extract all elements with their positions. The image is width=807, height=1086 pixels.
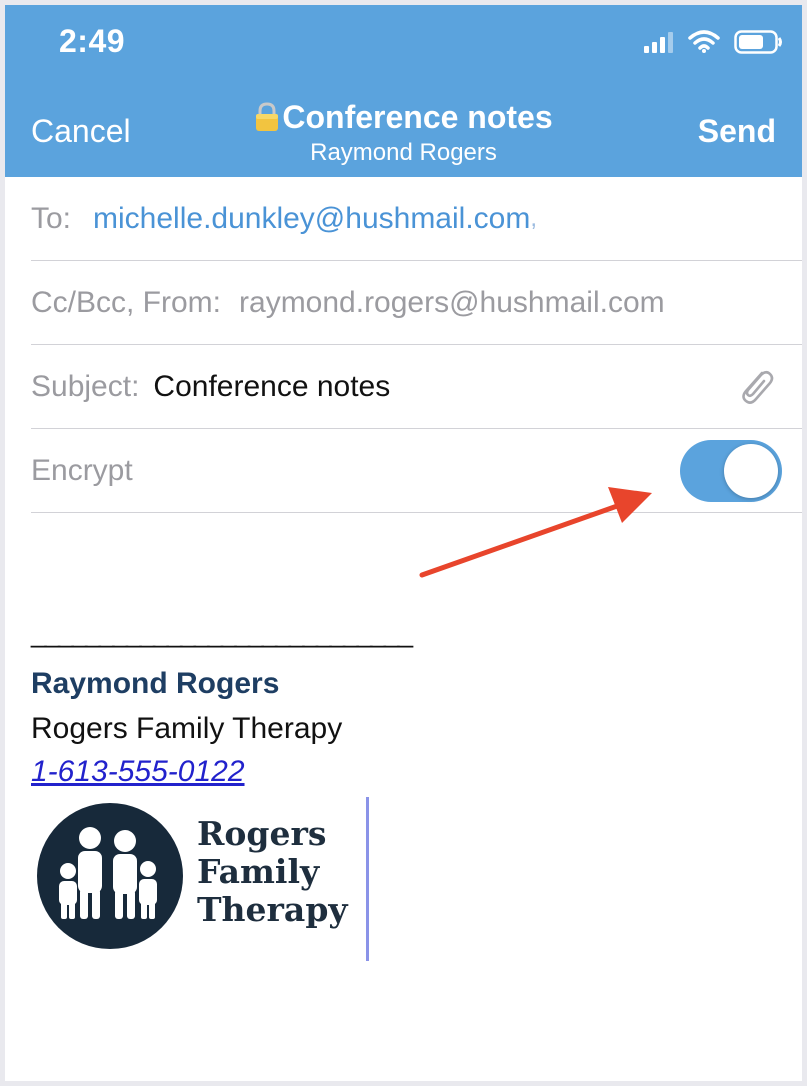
subject-row[interactable]: Subject: Conference notes (31, 345, 802, 429)
recipient-separator: , (530, 204, 538, 232)
paperclip-icon[interactable] (734, 365, 778, 409)
wifi-icon (688, 30, 720, 53)
to-row[interactable]: To: michelle.dunkley@hushmail.com , (31, 177, 802, 261)
battery-icon (734, 30, 782, 54)
family-logo-icon (37, 803, 183, 949)
ccbcc-from-row[interactable]: Cc/Bcc, From: raymond.rogers@hushmail.co… (31, 261, 802, 345)
compose-title: Conference notes Raymond Rogers (5, 99, 802, 167)
from-address[interactable]: raymond.rogers@hushmail.com (239, 286, 665, 320)
status-time: 2:49 (59, 23, 126, 59)
encrypt-label: Encrypt (31, 453, 133, 487)
lock-icon (256, 102, 279, 131)
logo-line-3: Therapy (197, 890, 348, 929)
logo-line-1: Rogers (197, 814, 327, 853)
toggle-knob (724, 444, 778, 498)
annotation-arrow (419, 487, 652, 578)
subject-label: Subject: (31, 369, 140, 403)
signature-separator: ____________________________ (31, 617, 413, 648)
subject-input[interactable]: Conference notes (153, 370, 390, 404)
send-button[interactable]: Send (698, 113, 776, 150)
title-row: Conference notes (254, 99, 553, 135)
recipient-token[interactable]: michelle.dunkley@hushmail.com (93, 202, 530, 236)
to-label: To: (31, 201, 72, 235)
signature-company: Rogers Family Therapy (31, 712, 343, 745)
status-icons (644, 27, 784, 57)
encrypt-toggle[interactable] (680, 440, 782, 502)
text-cursor (366, 797, 369, 961)
logo-line-2: Family (197, 852, 320, 891)
signal-icon (644, 32, 673, 53)
signature-name: Raymond Rogers (31, 667, 280, 700)
signature-phone-link[interactable]: 1-613-555-0122 (31, 755, 245, 789)
sender-name: Raymond Rogers (310, 139, 497, 166)
compose-screen: 2:49 Cancel Conference notes Raymond Rog… (5, 5, 802, 1081)
title-text: Conference notes (282, 99, 553, 135)
logo-wordmark: Rogers Family Therapy (197, 815, 348, 929)
ccbcc-from-label: Cc/Bcc, From: (31, 285, 222, 319)
compose-header: 2:49 Cancel Conference notes Raymond Rog… (5, 5, 802, 177)
